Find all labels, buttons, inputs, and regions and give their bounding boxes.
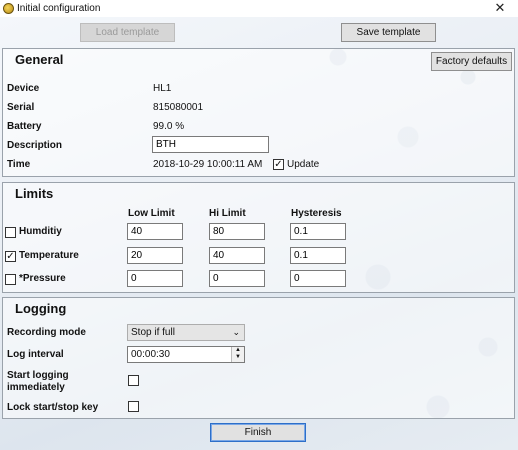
- time-value: 2018-10-29 10:00:11 AM: [153, 159, 263, 170]
- temperature-label: Temperature: [19, 250, 79, 261]
- update-label: Update: [287, 159, 320, 170]
- spin-down-icon[interactable]: ▼: [232, 354, 244, 361]
- description-input[interactable]: [152, 136, 269, 153]
- recording-mode-label: Recording mode: [7, 327, 86, 338]
- load-template-button[interactable]: Load template: [80, 23, 175, 42]
- temperature-low-input[interactable]: [127, 247, 183, 264]
- factory-defaults-button[interactable]: Factory defaults: [431, 52, 512, 71]
- spin-buttons[interactable]: ▲ ▼: [231, 347, 244, 362]
- close-icon[interactable]: ✕: [492, 0, 508, 16]
- pressure-checkbox[interactable]: [5, 274, 16, 285]
- column-hi-limit: Hi Limit: [209, 208, 246, 219]
- temperature-hi-input[interactable]: [209, 247, 265, 264]
- battery-value: 99.0 %: [153, 121, 185, 132]
- time-label: Time: [7, 159, 31, 170]
- serial-label: Serial: [7, 102, 35, 113]
- dialog-body: Load template Save template General Fact…: [0, 17, 518, 450]
- start-immediately-checkbox[interactable]: [128, 375, 139, 386]
- start-logging-label: Start logging: [7, 370, 69, 381]
- recording-mode-select[interactable]: Stop if full ⌄: [127, 324, 245, 341]
- temperature-checkbox[interactable]: ✓: [5, 251, 16, 262]
- general-group: General Factory defaults Device HL1 Seri…: [2, 48, 515, 177]
- recording-mode-value: Stop if full: [131, 327, 175, 338]
- humidity-hysteresis-input[interactable]: [290, 223, 346, 240]
- log-interval-label: Log interval: [7, 349, 64, 360]
- chevron-down-icon: ⌄: [232, 327, 240, 337]
- pressure-hi-input[interactable]: [209, 270, 265, 287]
- limits-title: Limits: [15, 186, 54, 201]
- logging-title: Logging: [15, 301, 67, 316]
- finish-button[interactable]: Finish: [210, 423, 306, 442]
- app-icon: [3, 3, 14, 14]
- column-low-limit: Low Limit: [128, 208, 175, 219]
- temperature-hysteresis-input[interactable]: [290, 247, 346, 264]
- start-logging-label-line2: immediately: [7, 382, 65, 393]
- device-label: Device: [7, 83, 40, 94]
- humidity-low-input[interactable]: [127, 223, 183, 240]
- pressure-label: *Pressure: [19, 273, 66, 284]
- window-title: Initial configuration: [17, 3, 101, 14]
- limits-group: Limits Low Limit Hi Limit Hysteresis Hum…: [2, 182, 515, 293]
- column-hysteresis: Hysteresis: [291, 208, 342, 219]
- log-interval-input[interactable]: 00:00:30 ▲ ▼: [127, 346, 245, 363]
- lock-key-checkbox[interactable]: [128, 401, 139, 412]
- humidity-label: Humditiy: [19, 226, 62, 237]
- battery-label: Battery: [7, 121, 42, 132]
- update-checkbox[interactable]: ✓: [273, 159, 284, 170]
- title-bar: Initial configuration ✕: [0, 0, 518, 17]
- general-title: General: [15, 52, 64, 67]
- description-label: Description: [7, 140, 63, 151]
- log-interval-value: 00:00:30: [131, 349, 170, 360]
- logging-group: Logging Recording mode Stop if full ⌄ Lo…: [2, 297, 515, 419]
- humidity-checkbox[interactable]: [5, 227, 16, 238]
- spin-up-icon[interactable]: ▲: [232, 347, 244, 354]
- save-template-button[interactable]: Save template: [341, 23, 436, 42]
- serial-value: 815080001: [153, 102, 204, 113]
- device-value: HL1: [153, 83, 172, 94]
- lock-key-label: Lock start/stop key: [7, 402, 99, 413]
- pressure-hysteresis-input[interactable]: [290, 270, 346, 287]
- pressure-low-input[interactable]: [127, 270, 183, 287]
- humidity-hi-input[interactable]: [209, 223, 265, 240]
